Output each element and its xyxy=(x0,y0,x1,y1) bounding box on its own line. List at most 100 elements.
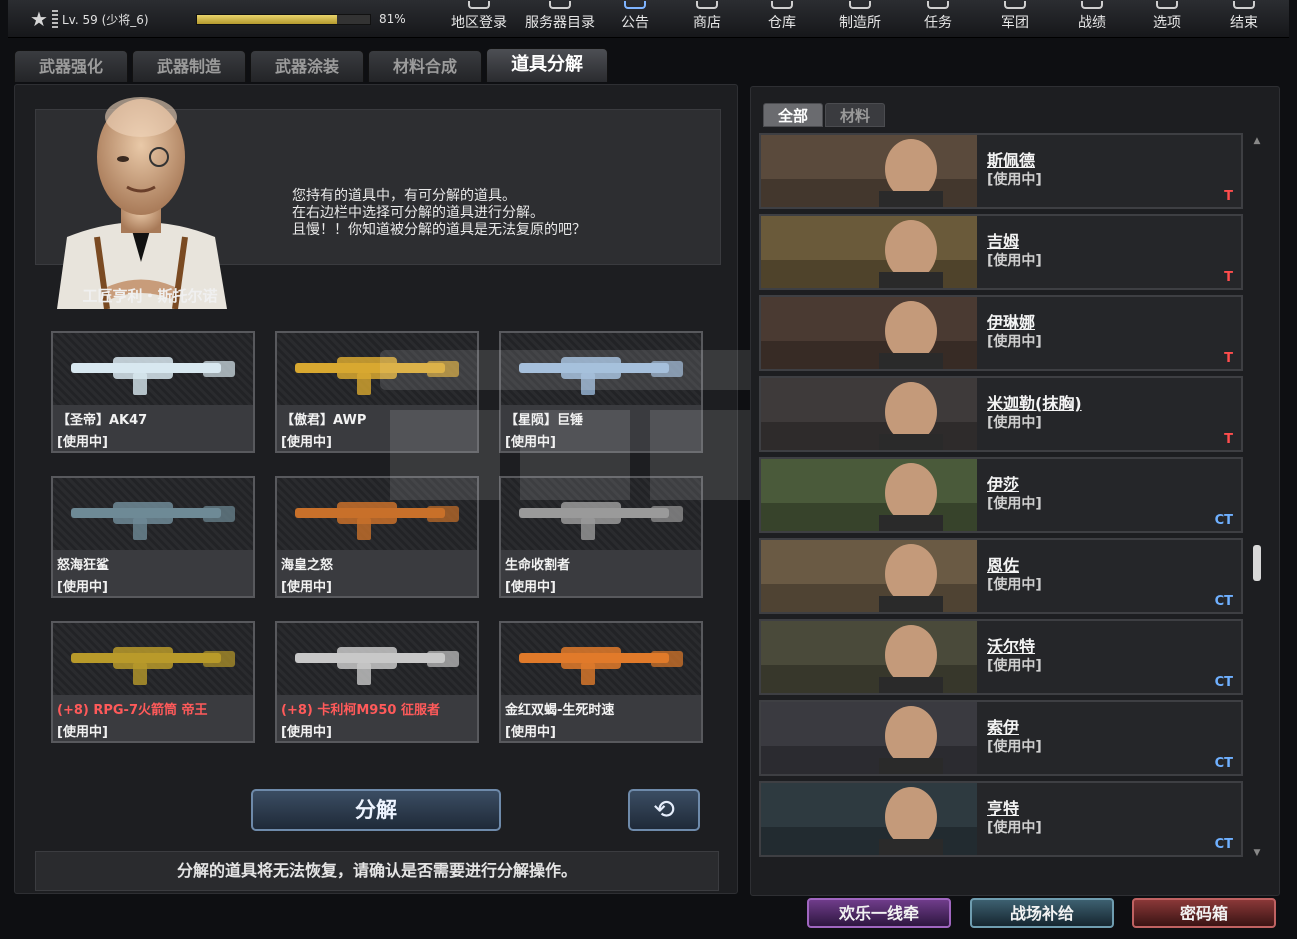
nav-label: 商店 xyxy=(693,15,721,31)
nav-label: 选项 xyxy=(1153,15,1181,31)
character-row[interactable]: 吉姆 [使用中] T xyxy=(759,214,1243,290)
character-portrait xyxy=(761,540,977,612)
awp-icon xyxy=(277,333,477,405)
character-row[interactable]: 沃尔特 [使用中] CT xyxy=(759,619,1243,695)
character-name: 索伊 xyxy=(987,718,1020,737)
nav-missions-button[interactable]: 任务 xyxy=(904,0,972,38)
nav-label: 仓库 xyxy=(768,15,796,31)
tab-weapon-enhance[interactable]: 武器强化 xyxy=(14,50,129,82)
item-card[interactable]: 怒海狂鲨 [使用中] xyxy=(51,476,255,598)
warehouse-icon xyxy=(771,1,793,9)
team-badge: T xyxy=(1224,351,1233,366)
character-portrait xyxy=(761,621,977,693)
inventory-panel: 全部 材料 斯佩德 [使用中] T 吉姆 [使用中] T 伊琳娜 [使用中] T 米迦勒(抹胸) [使… xyxy=(750,86,1280,896)
character-status: [使用中] xyxy=(987,739,1042,755)
workshop-tabs: 武器强化 武器制造 武器涂装 材料合成 道具分解 xyxy=(14,48,612,82)
character-row[interactable]: 伊琳娜 [使用中] T xyxy=(759,295,1243,371)
character-row[interactable]: 亨特 [使用中] CT xyxy=(759,781,1243,857)
nav-warehouse-button[interactable]: 仓库 xyxy=(748,0,816,38)
item-card[interactable]: 【圣帝】AK47 [使用中] xyxy=(51,331,255,453)
team-badge: CT xyxy=(1214,594,1233,609)
character-name: 伊莎 xyxy=(987,475,1020,494)
item-card[interactable]: 金红双蝎-生死时速 [使用中] xyxy=(499,621,703,743)
item-card[interactable]: 【星陨】巨锤 [使用中] xyxy=(499,331,703,453)
refresh-icon: ⟲ xyxy=(653,795,675,825)
character-row[interactable]: 伊莎 [使用中] CT xyxy=(759,457,1243,533)
character-row[interactable]: 索伊 [使用中] CT xyxy=(759,700,1243,776)
item-status: [使用中] xyxy=(505,725,556,740)
item-name: (+8) 卡利柯M950 征服者 xyxy=(281,703,440,718)
decompose-button[interactable]: 分解 xyxy=(251,789,501,831)
player-info: ★ Lv. 59 (少将_6) 81% xyxy=(28,6,420,32)
shark-gun-icon xyxy=(53,478,253,550)
rank-star-icon: ★ xyxy=(30,7,48,31)
nav-label: 结束 xyxy=(1230,15,1258,31)
team-badge: CT xyxy=(1214,675,1233,690)
character-portrait xyxy=(761,378,977,450)
tab-all[interactable]: 全部 xyxy=(763,103,824,127)
item-card[interactable]: (+8) RPG-7火箭筒 帝王 [使用中] xyxy=(51,621,255,743)
character-row[interactable]: 斯佩德 [使用中] T xyxy=(759,133,1243,209)
password-box-button[interactable]: 密码箱 xyxy=(1132,898,1276,928)
nav-region-login-button[interactable]: 地区登录 xyxy=(442,0,516,38)
inventory-scrollbar[interactable]: ▲ ▼ xyxy=(1251,135,1263,859)
nav-label: 军团 xyxy=(1001,15,1029,31)
tab-materials[interactable]: 材料 xyxy=(825,103,886,127)
item-card[interactable]: 海皇之怒 [使用中] xyxy=(275,476,479,598)
nav-notice-button[interactable]: 公告 xyxy=(604,0,666,38)
item-card[interactable]: 生命收割者 [使用中] xyxy=(499,476,703,598)
nav-exit-button[interactable]: 结束 xyxy=(1208,0,1280,38)
character-status: [使用中] xyxy=(987,172,1042,188)
top-bar: ★ Lv. 59 (少将_6) 81% 地区登录 服务器目录 公告 商店 仓库 制造所 任务… xyxy=(8,0,1289,38)
nav-records-button[interactable]: 战绩 xyxy=(1058,0,1126,38)
nav-shop-button[interactable]: 商店 xyxy=(666,0,748,38)
npc-portrait xyxy=(57,97,227,309)
scroll-down-arrow-icon[interactable]: ▼ xyxy=(1251,847,1263,859)
nav-options-button[interactable]: 选项 xyxy=(1126,0,1208,38)
nav-label: 制造所 xyxy=(839,15,881,31)
tab-item-decompose[interactable]: 道具分解 xyxy=(486,48,609,82)
character-name: 米迦勒(抹胸) xyxy=(987,394,1082,413)
nav-label: 战绩 xyxy=(1078,15,1106,31)
item-card[interactable]: 【傲君】AWP [使用中] xyxy=(275,331,479,453)
character-status: [使用中] xyxy=(987,658,1042,674)
character-status: [使用中] xyxy=(987,334,1042,350)
tab-weapon-craft[interactable]: 武器制造 xyxy=(132,50,247,82)
item-card[interactable]: (+8) 卡利柯M950 征服者 [使用中] xyxy=(275,621,479,743)
stats-icon xyxy=(1081,1,1103,9)
item-status: [使用中] xyxy=(57,725,108,740)
refresh-button[interactable]: ⟲ xyxy=(628,789,700,831)
team-badge: CT xyxy=(1214,756,1233,771)
item-name: (+8) RPG-7火箭筒 帝王 xyxy=(57,703,208,718)
item-status: [使用中] xyxy=(505,580,556,595)
shop-icon xyxy=(696,1,718,9)
item-name: 【傲君】AWP xyxy=(281,413,367,428)
item-status: [使用中] xyxy=(505,435,556,450)
item-name: 生命收割者 xyxy=(505,558,571,573)
character-status: [使用中] xyxy=(987,577,1042,593)
scroll-up-arrow-icon[interactable]: ▲ xyxy=(1251,135,1263,147)
nav-server-list-button[interactable]: 服务器目录 xyxy=(516,0,604,38)
character-row[interactable]: 恩佐 [使用中] CT xyxy=(759,538,1243,614)
smg-icon xyxy=(277,623,477,695)
npc-line: 在右边栏中选择可分解的道具进行分解。 xyxy=(292,205,544,221)
scroll-thumb[interactable] xyxy=(1253,545,1261,581)
tab-weapon-paint[interactable]: 武器涂装 xyxy=(250,50,365,82)
player-level: Lv. 59 (少将_6) xyxy=(62,12,149,27)
factory-icon xyxy=(849,1,871,9)
battle-supply-button[interactable]: 战场补给 xyxy=(970,898,1114,928)
trident-gun-icon xyxy=(277,478,477,550)
character-row[interactable]: 米迦勒(抹胸) [使用中] T xyxy=(759,376,1243,452)
nav-clan-button[interactable]: 军团 xyxy=(972,0,1058,38)
npc-name: 工匠亨利・斯托尔诺 xyxy=(82,287,218,305)
item-name: 金红双蝎-生死时速 xyxy=(505,703,615,718)
item-name: 【星陨】巨锤 xyxy=(505,413,584,428)
nav-factory-button[interactable]: 制造所 xyxy=(816,0,904,38)
power-icon xyxy=(1233,1,1255,9)
region-icon xyxy=(468,1,490,9)
happy-link-button[interactable]: 欢乐一线牵 xyxy=(807,898,951,928)
decompose-warning: 分解的道具将无法恢复，请确认是否需要进行分解操作。 xyxy=(35,851,719,891)
tab-material-synthesis[interactable]: 材料合成 xyxy=(368,50,483,82)
npc-line: 您持有的道具中，有可分解的道具。 xyxy=(292,188,516,204)
server-icon xyxy=(549,1,571,9)
